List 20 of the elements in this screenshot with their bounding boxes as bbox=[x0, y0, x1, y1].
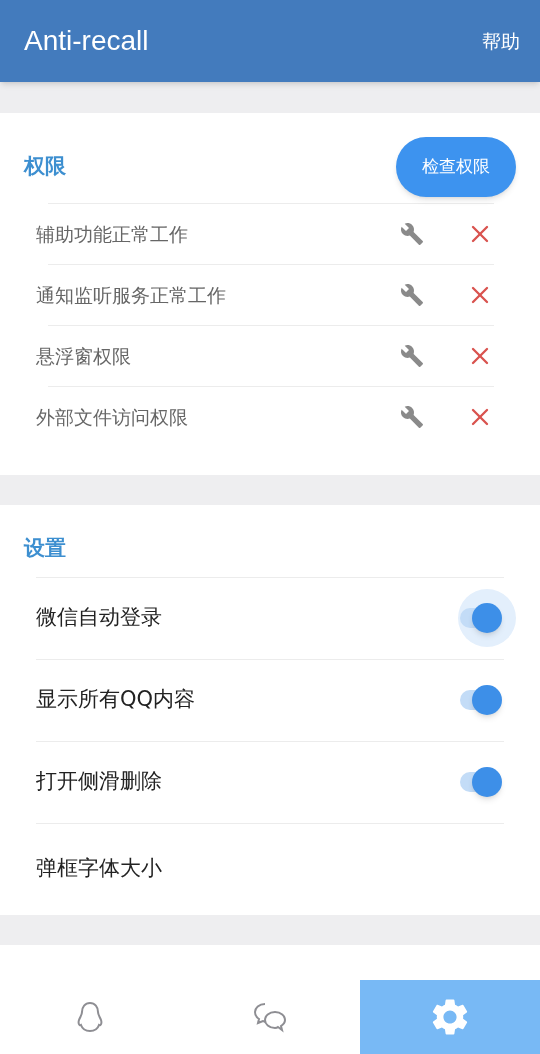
wrench-icon[interactable] bbox=[400, 222, 424, 246]
permission-label: 辅助功能正常工作 bbox=[36, 221, 189, 247]
nav-tab[interactable] bbox=[360, 980, 540, 1054]
setting-label: 弹框字体大小 bbox=[36, 855, 162, 883]
setting-label: 打开侧滑删除 bbox=[36, 768, 162, 796]
check-permissions-button[interactable]: 检查权限 bbox=[396, 137, 516, 197]
chat-bubbles-icon bbox=[252, 1001, 288, 1033]
help-link[interactable]: 帮助 bbox=[482, 26, 520, 56]
setting-label: 显示所有QQ内容 bbox=[36, 686, 196, 714]
permission-label: 悬浮窗权限 bbox=[36, 343, 132, 369]
section-title: 设置 bbox=[24, 536, 66, 560]
permission-label: 通知监听服务正常工作 bbox=[36, 282, 227, 308]
setting-label: 微信自动登录 bbox=[36, 604, 162, 632]
wrench-icon[interactable] bbox=[400, 405, 424, 429]
penguin-icon bbox=[75, 1001, 105, 1033]
section-title: 权限 bbox=[24, 153, 66, 181]
permission-label: 外部文件访问权限 bbox=[36, 404, 189, 430]
app-title: Anti-recall bbox=[24, 24, 149, 58]
wrench-icon[interactable] bbox=[400, 344, 424, 368]
wrench-icon[interactable] bbox=[400, 283, 424, 307]
